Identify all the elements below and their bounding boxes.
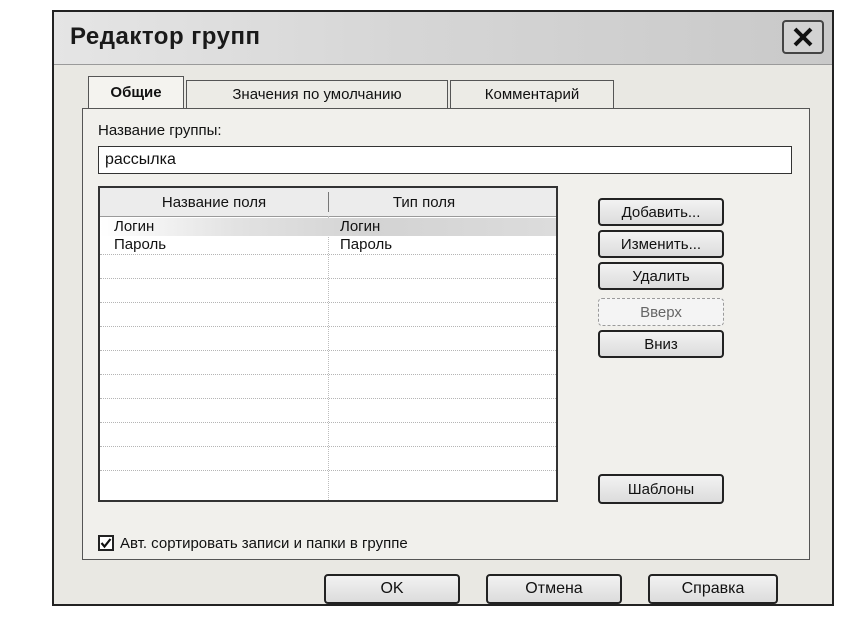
tab-comment[interactable]: Комментарий	[450, 80, 614, 108]
field-name-cell: Пароль	[114, 236, 167, 253]
grid-line	[100, 302, 556, 303]
grid-line	[100, 278, 556, 279]
window-title: Редактор групп	[70, 23, 261, 50]
tab-general[interactable]: Общие	[88, 76, 184, 108]
checkmark-icon	[100, 538, 112, 549]
group-editor-dialog: Редактор групп Общие Значения по умолчан…	[52, 10, 834, 606]
auto-sort-option[interactable]: Авт. сортировать записи и папки в группе	[98, 532, 408, 554]
title-bar[interactable]: Редактор групп	[54, 12, 832, 65]
table-row[interactable]: Пароль Пароль	[100, 236, 556, 254]
auto-sort-label: Авт. сортировать записи и папки в группе	[120, 534, 408, 552]
grid-line	[100, 374, 556, 375]
edit-button[interactable]: Изменить...	[598, 230, 724, 258]
grid-line	[100, 422, 556, 423]
tab-defaults[interactable]: Значения по умолчанию	[186, 80, 448, 108]
column-header-field-name[interactable]: Название поля	[100, 188, 328, 216]
field-type-cell: Логин	[340, 218, 381, 235]
group-name-label: Название группы:	[98, 122, 222, 139]
move-down-button[interactable]: Вниз	[598, 330, 724, 358]
templates-button[interactable]: Шаблоны	[598, 474, 724, 504]
field-name-cell: Логин	[114, 218, 155, 235]
fields-list-header: Название поля Тип поля	[100, 188, 556, 217]
column-header-field-type[interactable]: Тип поля	[329, 188, 519, 216]
close-icon	[793, 27, 813, 47]
column-grid-line	[328, 216, 329, 500]
group-name-input[interactable]	[98, 146, 792, 174]
field-type-cell: Пароль	[340, 236, 393, 253]
close-button[interactable]	[782, 20, 824, 54]
fields-list[interactable]: Название поля Тип поля Логин Логин Парол…	[98, 186, 558, 502]
ok-button[interactable]: OK	[324, 574, 460, 604]
grid-line	[100, 326, 556, 327]
delete-button[interactable]: Удалить	[598, 262, 724, 290]
grid-line	[100, 398, 556, 399]
add-button[interactable]: Добавить...	[598, 198, 724, 226]
cancel-button[interactable]: Отмена	[486, 574, 622, 604]
help-button[interactable]: Справка	[648, 574, 778, 604]
grid-line	[100, 254, 556, 255]
grid-line	[100, 446, 556, 447]
table-row[interactable]: Логин Логин	[100, 218, 556, 236]
auto-sort-checkbox[interactable]	[98, 535, 114, 551]
grid-line	[100, 350, 556, 351]
move-up-button[interactable]: Вверх	[598, 298, 724, 326]
grid-line	[100, 470, 556, 471]
